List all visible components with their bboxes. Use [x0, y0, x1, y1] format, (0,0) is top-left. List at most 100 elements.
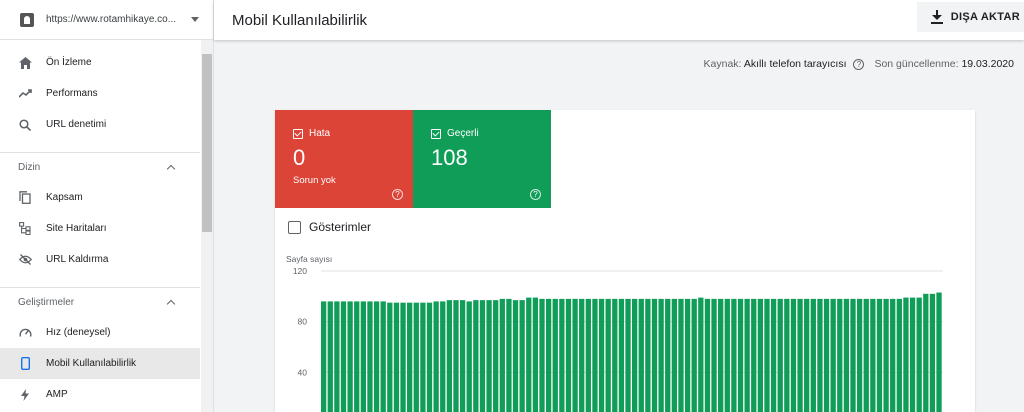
chart-bar[interactable] [744, 298, 750, 412]
chart-bar[interactable] [486, 300, 492, 412]
chart-bar[interactable] [923, 293, 929, 412]
chart-bar[interactable] [843, 298, 850, 412]
chart-bar[interactable] [731, 298, 737, 412]
chart-bar[interactable] [903, 297, 909, 412]
chart-bar[interactable] [896, 298, 902, 412]
export-button[interactable]: DIŞA AKTAR [916, 2, 1024, 32]
nav-item-performance[interactable]: Performans [0, 78, 200, 109]
section-header-enhancements[interactable]: Geliştirmeler [0, 287, 200, 317]
chart-bar[interactable] [512, 300, 519, 412]
chart-bar[interactable] [837, 298, 843, 412]
chart-bar[interactable] [665, 298, 671, 412]
chart-bar[interactable] [698, 297, 704, 412]
chart-bar[interactable] [909, 297, 916, 412]
chart-bar[interactable] [790, 298, 797, 412]
chart-bar[interactable] [856, 298, 863, 412]
chart-bar[interactable] [711, 298, 717, 412]
checkbox-checked-icon[interactable] [293, 128, 303, 139]
chart-bar[interactable] [797, 298, 803, 412]
chart-bar[interactable] [929, 293, 936, 412]
nav-item-mobile-usability[interactable]: Mobil Kullanılabilirlik [0, 348, 200, 379]
chart-bar[interactable] [612, 298, 618, 412]
chart-bar[interactable] [393, 302, 400, 412]
chart-bar[interactable] [823, 298, 830, 412]
chart-bar[interactable] [347, 301, 353, 412]
chart-bar[interactable] [407, 302, 413, 412]
chart-bar[interactable] [598, 298, 605, 412]
chart-bar[interactable] [817, 298, 823, 412]
nav-item-coverage[interactable]: Kapsam [0, 182, 200, 213]
nav-item-sitemaps[interactable]: Site Haritaları [0, 213, 200, 244]
chart-bar[interactable] [718, 298, 724, 412]
chart-bar[interactable] [493, 300, 499, 412]
chart-bar[interactable] [770, 298, 777, 412]
chart-bar[interactable] [367, 301, 373, 412]
error-tile[interactable]: Hata 0 Sorun yok ? [275, 110, 413, 208]
chart-bar[interactable] [585, 298, 591, 412]
chart-bar[interactable] [916, 297, 922, 412]
chart-bar[interactable] [863, 298, 869, 412]
section-header-index[interactable]: Dizin [0, 152, 200, 182]
chart-bar[interactable] [651, 298, 658, 412]
chart-bar[interactable] [420, 302, 426, 412]
chart-bar[interactable] [876, 298, 883, 412]
nav-item-amp[interactable]: AMP [0, 379, 200, 410]
chart-bar[interactable] [373, 301, 380, 412]
chart-bar[interactable] [552, 298, 558, 412]
chart-bar[interactable] [453, 300, 459, 412]
chart-bar[interactable] [645, 298, 651, 412]
help-icon[interactable]: ? [530, 189, 541, 200]
chart-bar[interactable] [638, 298, 644, 412]
nav-item-overview[interactable]: Ön İzleme [0, 47, 200, 78]
chart-bar[interactable] [565, 298, 572, 412]
nav-item-speed[interactable]: Hız (deneysel) [0, 317, 200, 348]
nav-item-url-inspection[interactable]: URL denetimi [0, 109, 200, 140]
chart-bar[interactable] [387, 302, 393, 412]
chart-bar[interactable] [936, 292, 942, 412]
chart-bar[interactable] [526, 297, 532, 412]
chart-bar[interactable] [804, 298, 810, 412]
chart-bar[interactable] [671, 298, 677, 412]
nav-item-url-removal[interactable]: URL Kaldırma [0, 244, 200, 275]
chart-bar[interactable] [870, 298, 876, 412]
valid-tile[interactable]: Geçerli 108 ? [413, 110, 551, 208]
chart-bar[interactable] [532, 297, 539, 412]
chart-bar[interactable] [784, 298, 790, 412]
chart-bar[interactable] [321, 301, 327, 412]
chart-bar[interactable] [334, 301, 340, 412]
chart-bar[interactable] [466, 301, 472, 412]
chart-bar[interactable] [559, 298, 565, 412]
chart-bar[interactable] [830, 298, 836, 412]
property-selector[interactable]: https://www.rotamhikaye.co... [0, 0, 213, 40]
chart-bar[interactable] [777, 298, 783, 412]
chart-bar[interactable] [764, 298, 770, 412]
chart-bar[interactable] [572, 298, 578, 412]
chart-bar[interactable] [539, 298, 545, 412]
chart-bar[interactable] [479, 300, 486, 412]
chart-bar[interactable] [413, 302, 419, 412]
chart-bar[interactable] [354, 301, 360, 412]
chart-bar[interactable] [400, 302, 406, 412]
chart-bar[interactable] [618, 298, 625, 412]
chart-bar[interactable] [757, 298, 764, 412]
chart-bar[interactable] [691, 298, 697, 412]
help-icon[interactable]: ? [853, 59, 865, 70]
chart-bar[interactable] [605, 298, 611, 412]
chart-bar[interactable] [545, 298, 552, 412]
help-icon[interactable]: ? [392, 189, 403, 200]
chart-bar[interactable] [459, 300, 466, 412]
chart-bar[interactable] [724, 298, 730, 412]
chart-bar[interactable] [632, 298, 638, 412]
chart-bar[interactable] [751, 298, 757, 412]
checkbox-checked-icon[interactable] [431, 128, 441, 139]
chart-bar[interactable] [433, 301, 439, 412]
sidebar-scrollbar-thumb[interactable] [202, 54, 212, 232]
chart-bar[interactable] [704, 298, 711, 412]
chart-bar[interactable] [519, 300, 525, 412]
chart-bar[interactable] [810, 298, 816, 412]
chart-bar[interactable] [737, 298, 744, 412]
chart-bar[interactable] [579, 298, 585, 412]
chart-bar[interactable] [684, 298, 691, 412]
chart-bar[interactable] [658, 298, 664, 412]
chart-bar[interactable] [473, 300, 479, 412]
